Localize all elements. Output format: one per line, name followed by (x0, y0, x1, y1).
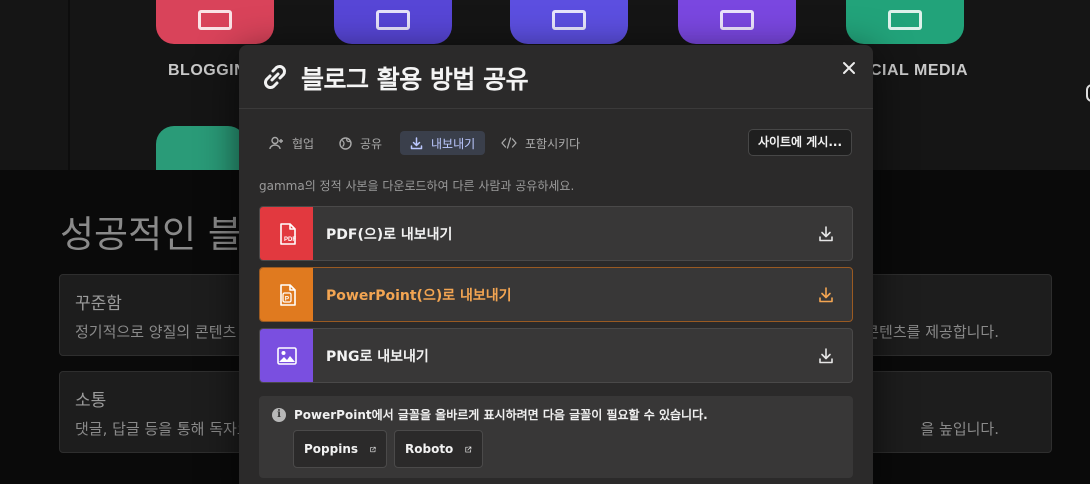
add-user-icon (269, 136, 283, 150)
export-png-button[interactable]: PNG로 내보내기 (259, 328, 853, 383)
export-label: PDF(으)로 내보내기 (326, 227, 453, 243)
tab-label: 공유 (360, 136, 383, 151)
seo-tile[interactable] (156, 126, 246, 170)
tab-export[interactable]: 내보내기 (400, 131, 486, 155)
screen: BLOGGIN CIAL MEDIA 성공적인 블 꾸준함 정기적으로 양질의 … (0, 0, 1090, 484)
modal-title: 블로그 활용 방법 공유 (301, 65, 529, 94)
font-name: Poppins (304, 442, 359, 456)
background-card-communication-right: 을 높입니다. (862, 371, 1052, 453)
tab-label: 포함시키다 (525, 136, 581, 151)
download-icon (819, 226, 833, 242)
font-name: Roboto (405, 442, 454, 456)
globe-icon (339, 136, 352, 150)
export-label: PNG로 내보내기 (326, 349, 429, 365)
card-body: 정기적으로 양질의 콘텐츠 (75, 323, 237, 341)
background-card-consistency: 꾸준함 정기적으로 양질의 콘텐츠 (59, 274, 249, 356)
category-label-social-media: CIAL MEDIA (870, 62, 969, 79)
monitor-icon (198, 10, 232, 30)
card-body: 콘텐츠를 제공합니다. (865, 323, 999, 341)
card-title: 꾸준함 (75, 294, 122, 314)
tab-collaborate[interactable]: 협업 (259, 131, 324, 155)
chat-bubble-icon (720, 10, 754, 30)
content-tile[interactable] (334, 0, 452, 44)
font-requirement-note: i PowerPoint에서 글꼴을 올바르게 표시하려면 다음 글꼴이 필요할… (259, 396, 853, 478)
pdf-file-icon: PDF (279, 222, 296, 245)
tab-label: 내보내기 (431, 136, 476, 151)
modal-header: 블로그 활용 방법 공유 (239, 45, 873, 109)
category-label-blogging: BLOGGIN (168, 62, 247, 79)
external-link-icon (370, 446, 376, 452)
external-link-icon (465, 446, 472, 452)
powerpoint-file-icon: P (279, 283, 296, 306)
background-card-communication: 소통 댓글, 답글 등을 통해 독자오 (59, 371, 249, 453)
message-icon (888, 10, 922, 30)
background-card-consistency-right: 콘텐츠를 제공합니다. (862, 274, 1052, 356)
png-icon-box (260, 329, 313, 382)
export-description: gamma의 정적 사본을 다운로드하여 다른 사람과 공유하세요. (259, 179, 575, 193)
export-label: PowerPoint(으)로 내보내기 (326, 288, 512, 304)
card-title: 소통 (75, 391, 107, 411)
card-body: 을 높입니다. (920, 420, 999, 438)
chat-tile[interactable] (678, 0, 796, 44)
publish-to-site-button[interactable]: 사이트에 게시... (748, 129, 852, 156)
svg-text:P: P (284, 295, 289, 302)
link-icon (264, 65, 286, 89)
blogging-tile[interactable] (156, 0, 274, 44)
share-modal: 블로그 활용 방법 공유 협업 공유 내보내기 포함시키다 사이트에 게시...… (239, 45, 873, 484)
tab-label: 협업 (292, 136, 315, 151)
list-icon (552, 10, 586, 30)
pdf-icon-box: PDF (260, 207, 313, 260)
image-icon (276, 346, 297, 365)
tab-share[interactable]: 공유 (329, 131, 392, 155)
code-icon (501, 137, 517, 149)
card-body: 댓글, 답글 등을 통해 독자오 (75, 420, 249, 438)
export-pdf-button[interactable]: PDF PDF(으)로 내보내기 (259, 206, 853, 261)
font-note-text: PowerPoint에서 글꼴을 올바르게 표시하려면 다음 글꼴이 필요할 수… (294, 408, 708, 422)
powerpoint-icon-box: P (260, 268, 313, 321)
list-tile[interactable] (510, 0, 628, 44)
download-icon (819, 348, 833, 364)
svg-text:PDF: PDF (284, 237, 296, 243)
gallery-divider (68, 0, 70, 170)
download-icon (410, 136, 423, 149)
scroll-indicator-icon (1086, 84, 1090, 102)
font-link-roboto[interactable]: Roboto (394, 430, 483, 468)
close-icon (843, 62, 855, 74)
font-link-poppins[interactable]: Poppins (293, 430, 387, 468)
close-button[interactable] (838, 57, 860, 79)
social-media-tile[interactable] (846, 0, 964, 44)
document-icon (376, 10, 410, 30)
info-icon: i (272, 408, 286, 422)
background-heading: 성공적인 블 (60, 213, 242, 256)
export-powerpoint-button[interactable]: P PowerPoint(으)로 내보내기 (259, 267, 853, 322)
download-icon (819, 287, 833, 303)
tab-embed[interactable]: 포함시키다 (491, 131, 590, 155)
